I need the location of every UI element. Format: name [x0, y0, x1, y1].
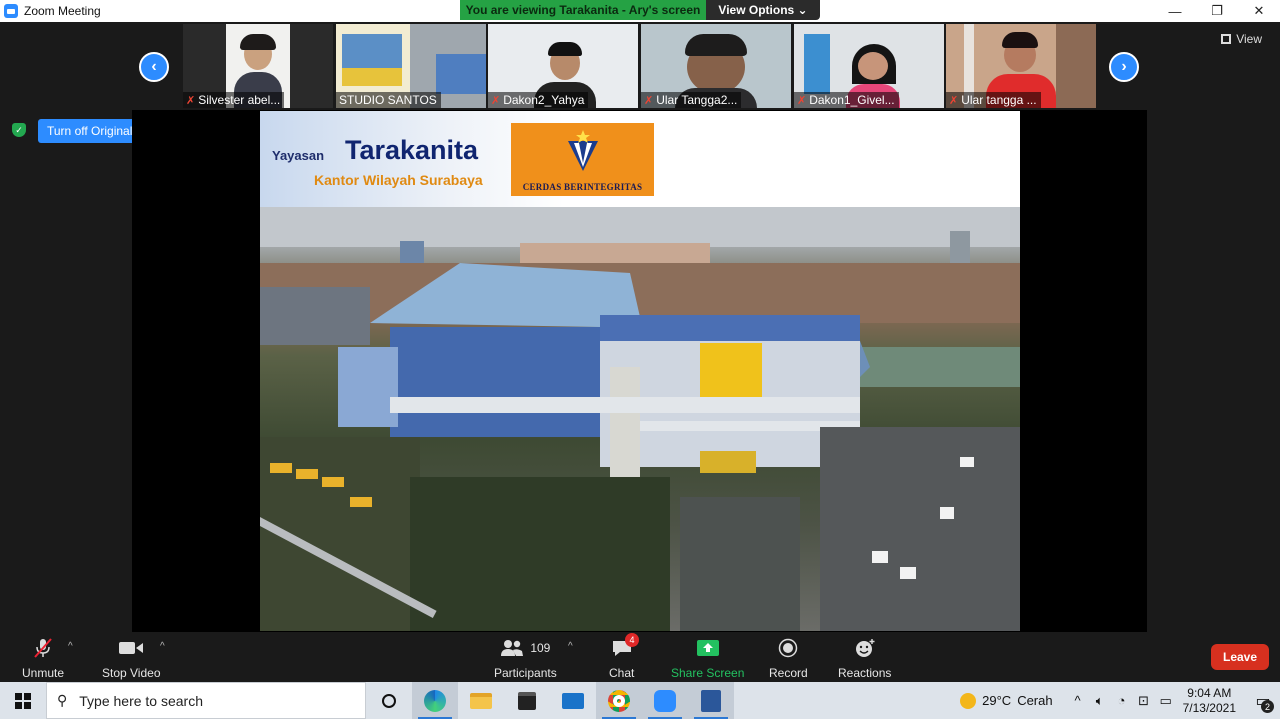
viewing-banner: You are viewing Tarakanita - Ary's scree… — [460, 0, 706, 20]
taskbar-app-edge[interactable] — [412, 682, 458, 719]
shared-screen: Yayasan Tarakanita Kantor Wilayah Suraba… — [132, 110, 1147, 632]
participant-name: STUDIO SANTOS — [336, 92, 441, 108]
taskbar-app-word[interactable] — [688, 682, 734, 719]
leave-button[interactable]: Leave — [1211, 644, 1269, 670]
participants-options-caret[interactable]: ^ — [568, 641, 573, 652]
system-tray: 29°C Cerah ^ 🔈︎ ◔ ⊡ ▭ 9:04 AM 7/13/2021 … — [960, 682, 1280, 719]
taskbar-app-explorer[interactable] — [458, 682, 504, 719]
reactions-button[interactable]: Reactions — [838, 637, 891, 680]
grid-view-icon — [1221, 34, 1232, 44]
slide-header: Yayasan Tarakanita Kantor Wilayah Suraba… — [260, 111, 1020, 207]
folder-icon — [470, 692, 492, 709]
participant-name: ✗ Ular tangga ... — [946, 92, 1041, 108]
encryption-shield-icon[interactable]: ✓ — [12, 123, 26, 137]
search-icon: ⚲ — [57, 692, 68, 708]
gallery-prev-button[interactable]: ‹ — [139, 52, 169, 82]
close-button[interactable]: ✕ — [1238, 0, 1280, 22]
brand-small-text: Yayasan — [272, 148, 325, 163]
participant-name: ✗ Silvester abel... — [183, 92, 285, 108]
battery-icon[interactable]: ▭ — [1155, 693, 1177, 709]
brand-subtitle: Kantor Wilayah Surabaya — [314, 172, 483, 188]
mic-muted-icon — [32, 637, 54, 659]
speaker-icon[interactable]: 🔈︎ — [1089, 693, 1111, 709]
gallery-next-button[interactable]: › — [1109, 52, 1139, 82]
restore-button[interactable]: ❐ — [1196, 0, 1238, 22]
window-controls: — ❐ ✕ — [1154, 0, 1280, 22]
taskbar-app-mail[interactable] — [550, 682, 596, 719]
school-logo: CERDAS BERINTEGRITAS — [511, 123, 654, 196]
meeting-toolbar: Unmute ^ Stop Video ^ 109 Participants ^… — [0, 632, 1280, 682]
taskbar-app-store[interactable] — [504, 682, 550, 719]
participant-tile[interactable]: ✗ Dakon1_Givel... — [794, 24, 944, 108]
wifi-icon[interactable]: ◔ — [1111, 693, 1133, 708]
mail-icon — [562, 692, 584, 709]
mic-muted-icon: ✗ — [186, 94, 196, 107]
diamond-logo-icon — [568, 130, 598, 171]
task-view-button[interactable] — [366, 682, 412, 719]
mic-muted-icon: ✗ — [491, 94, 501, 107]
participant-tile[interactable]: ✗ Silvester abel... — [183, 24, 333, 108]
window-title: Zoom Meeting — [24, 4, 101, 18]
mic-muted-icon: ✗ — [644, 94, 654, 107]
participant-name: ✗ Dakon2_Yahya — [488, 92, 589, 108]
zoom-app-icon — [4, 4, 18, 18]
participant-tile[interactable]: STUDIO SANTOS — [336, 24, 486, 108]
record-button[interactable]: Record — [769, 637, 808, 680]
start-button[interactable] — [0, 682, 46, 719]
windows-logo-icon — [15, 692, 31, 709]
zoom-icon — [654, 689, 676, 712]
view-options-button[interactable]: View Options ⌄ — [706, 0, 820, 20]
taskbar-app-zoom[interactable] — [642, 682, 688, 719]
chevron-right-icon: › — [1121, 58, 1127, 75]
audio-options-caret[interactable]: ^ — [68, 641, 73, 652]
network-icon[interactable]: ⊡ — [1133, 693, 1155, 709]
search-placeholder: Type here to search — [79, 692, 204, 709]
video-area: ‹ ✗ Silvester abel... STUDIO SANTOS ✗ Dako… — [0, 22, 1280, 632]
participant-tile[interactable]: ✗ Ular tangga ... — [946, 24, 1096, 108]
participants-button[interactable]: 109 Participants — [494, 637, 557, 680]
participant-tile[interactable]: ✗ Ular Tangga2... — [641, 24, 791, 108]
mic-muted-icon: ✗ — [797, 94, 807, 107]
task-view-icon — [382, 693, 396, 708]
stop-video-button[interactable]: Stop Video — [102, 637, 161, 680]
chat-unread-badge: 4 — [625, 633, 639, 647]
weather-widget[interactable]: 29°C Cerah — [960, 692, 1053, 709]
share-screen-button[interactable]: Share Screen — [671, 637, 744, 680]
word-icon — [701, 689, 721, 712]
unmute-button[interactable]: Unmute — [22, 637, 64, 680]
share-screen-icon — [696, 637, 720, 659]
weather-sun-icon — [960, 692, 977, 709]
video-camera-icon — [118, 637, 144, 659]
taskbar-clock[interactable]: 9:04 AM 7/13/2021 — [1183, 686, 1236, 716]
school-building-photo — [260, 207, 1020, 631]
record-icon — [778, 637, 798, 659]
store-bag-icon — [518, 691, 536, 710]
presentation-slide: Yayasan Tarakanita Kantor Wilayah Suraba… — [260, 111, 1020, 631]
video-options-caret[interactable]: ^ — [160, 641, 165, 652]
participant-name: ✗ Ular Tangga2... — [641, 92, 742, 108]
logo-caption: CERDAS BERINTEGRITAS — [522, 182, 643, 192]
chevron-up-icon[interactable]: ^ — [1067, 693, 1089, 708]
participant-tile[interactable]: ✗ Dakon2_Yahya — [488, 24, 638, 108]
chrome-icon — [608, 689, 630, 712]
brand-title: Tarakanita — [345, 135, 479, 165]
minimize-button[interactable]: — — [1154, 0, 1196, 22]
chevron-left-icon: ‹ — [151, 58, 157, 75]
smiley-icon — [854, 637, 876, 659]
participant-name: ✗ Dakon1_Givel... — [794, 92, 899, 108]
action-center-button[interactable]: ▭ 2 — [1246, 682, 1280, 719]
taskbar-app-chrome[interactable] — [596, 682, 642, 719]
windows-taskbar: ⚲ Type here to search 29°C Cerah ^ 🔈︎ ◔ … — [0, 682, 1280, 719]
mic-muted-icon: ✗ — [949, 94, 959, 107]
view-button[interactable]: View — [1221, 32, 1262, 46]
edge-icon — [424, 689, 446, 712]
participants-icon: 109 — [500, 637, 550, 659]
taskbar-search-box[interactable]: ⚲ Type here to search — [46, 682, 366, 719]
